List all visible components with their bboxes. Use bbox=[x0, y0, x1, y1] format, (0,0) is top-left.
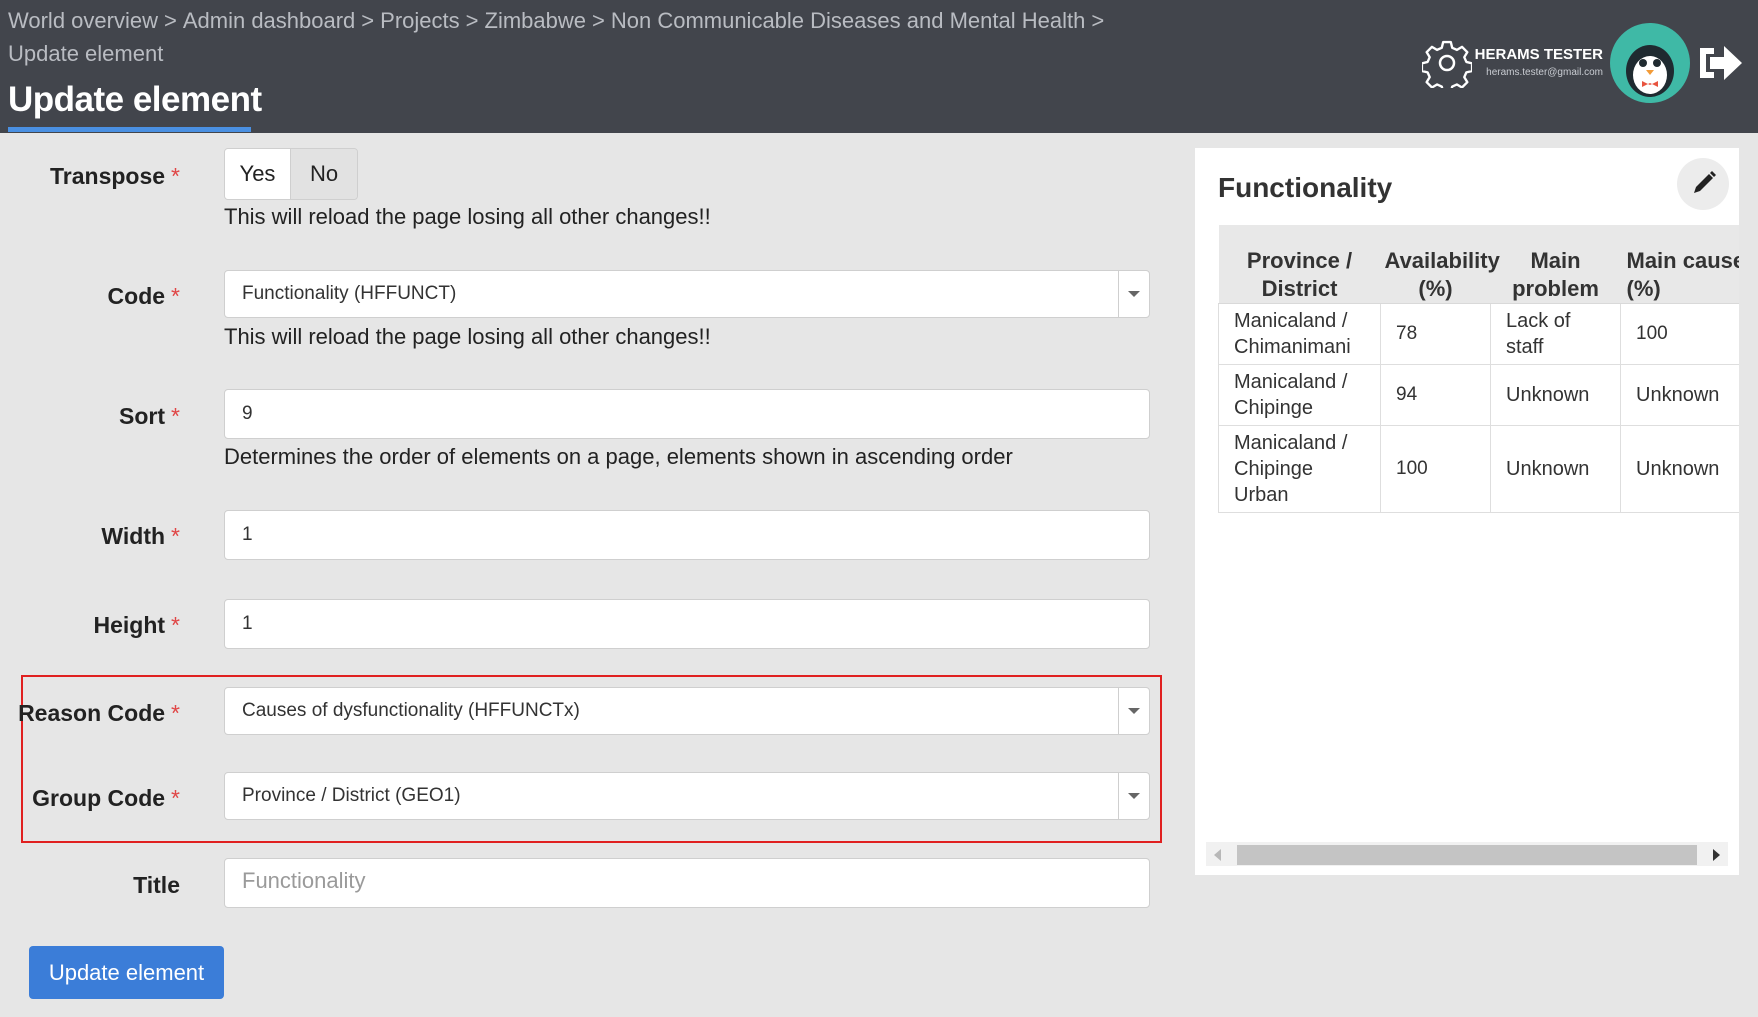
top-bar: World overview > Admin dashboard > Projects >… bbox=[0, 0, 1758, 133]
user-name: HERAMS TESTER bbox=[1474, 46, 1603, 63]
table-cell: Unknown bbox=[1490, 425, 1621, 513]
reason-code-select-value: Causes of dysfunctionality (HFFUNCTx) bbox=[242, 700, 580, 721]
select-divider bbox=[1118, 688, 1119, 734]
breadcrumb-projects[interactable]: Projects bbox=[380, 8, 459, 33]
table-cell: Manicaland / Chimanimani bbox=[1218, 303, 1381, 365]
table-cell: 100 bbox=[1620, 303, 1739, 365]
scrollbar-thumb[interactable] bbox=[1237, 845, 1697, 865]
breadcrumb-separator-icon: > bbox=[591, 8, 605, 33]
table-row: Manicaland / Chipinge Urban 100 Unknown … bbox=[1218, 425, 1739, 513]
column-header[interactable]: Main problem bbox=[1490, 225, 1621, 304]
scroll-left-icon[interactable] bbox=[1214, 849, 1221, 861]
transpose-toggle[interactable]: Yes No bbox=[224, 148, 358, 200]
page-title-underline bbox=[8, 127, 251, 132]
height-label: Height * bbox=[93, 612, 180, 638]
page-title: Update element bbox=[8, 80, 262, 119]
sort-help-text: Determines the order of elements on a pa… bbox=[224, 444, 1013, 469]
title-label: Title bbox=[133, 872, 180, 898]
required-marker: * bbox=[171, 283, 180, 309]
breadcrumb: World overview > Admin dashboard > Projects >… bbox=[8, 4, 1168, 70]
group-code-label: Group Code * bbox=[32, 785, 180, 811]
horizontal-scrollbar[interactable] bbox=[1206, 842, 1728, 866]
code-help-text: This will reload the page losing all oth… bbox=[224, 324, 711, 349]
table-cell: Unknown bbox=[1620, 364, 1739, 426]
breadcrumb-separator-icon: > bbox=[163, 8, 177, 33]
table-cell: 78 bbox=[1380, 303, 1491, 365]
required-marker: * bbox=[171, 612, 180, 638]
table-cell: 94 bbox=[1380, 364, 1491, 426]
required-marker: * bbox=[171, 523, 180, 549]
pencil-icon bbox=[1694, 171, 1716, 193]
chevron-down-icon[interactable] bbox=[1128, 793, 1140, 799]
chevron-down-icon[interactable] bbox=[1128, 291, 1140, 297]
breadcrumb-separator-icon: > bbox=[1091, 8, 1105, 33]
transpose-help-text: This will reload the page losing all oth… bbox=[224, 204, 711, 229]
gear-icon[interactable] bbox=[1420, 38, 1474, 94]
title-input[interactable] bbox=[224, 858, 1150, 908]
code-select-value: Functionality (HFFUNCT) bbox=[242, 283, 457, 304]
table-cell: Manicaland / Chipinge bbox=[1218, 364, 1381, 426]
preview-table: Province / District Availability (%) Mai… bbox=[1218, 225, 1739, 513]
penguin-avatar-icon bbox=[1626, 45, 1674, 97]
edit-button[interactable] bbox=[1677, 158, 1729, 210]
transpose-no-option[interactable]: No bbox=[291, 149, 357, 199]
width-input[interactable] bbox=[224, 510, 1150, 560]
required-marker: * bbox=[171, 163, 180, 189]
sort-input[interactable] bbox=[224, 389, 1150, 439]
table-cell: Unknown bbox=[1620, 425, 1739, 513]
sort-label: Sort * bbox=[119, 403, 180, 429]
select-divider bbox=[1118, 271, 1119, 317]
breadcrumb-separator-icon: > bbox=[361, 8, 375, 33]
table-cell: 100 bbox=[1380, 425, 1491, 513]
logout-icon[interactable] bbox=[1696, 40, 1746, 86]
avatar[interactable] bbox=[1610, 23, 1690, 103]
breadcrumb-admin-dashboard[interactable]: Admin dashboard bbox=[183, 8, 355, 33]
table-cell: Manicaland / Chipinge Urban bbox=[1218, 425, 1381, 513]
preview-title: Functionality bbox=[1218, 172, 1393, 203]
table-header-row: Province / District Availability (%) Mai… bbox=[1218, 225, 1739, 304]
breadcrumb-separator-icon: > bbox=[465, 8, 479, 33]
breadcrumb-zimbabwe[interactable]: Zimbabwe bbox=[485, 8, 586, 33]
column-header[interactable]: Availability (%) bbox=[1380, 225, 1500, 304]
update-element-button[interactable]: Update element bbox=[29, 946, 224, 999]
code-label: Code * bbox=[107, 283, 180, 309]
required-marker: * bbox=[171, 403, 180, 429]
reason-code-select[interactable]: Causes of dysfunctionality (HFFUNCTx) bbox=[224, 687, 1150, 735]
table-cell: Lack of staff bbox=[1490, 303, 1621, 365]
scroll-right-icon[interactable] bbox=[1713, 849, 1720, 861]
table-row: Manicaland / Chipinge 94 Unknown Unknown bbox=[1218, 364, 1739, 426]
chevron-down-icon[interactable] bbox=[1128, 708, 1140, 714]
code-select[interactable]: Functionality (HFFUNCT) bbox=[224, 270, 1150, 318]
preview-table-scroll[interactable]: Province / District Availability (%) Mai… bbox=[1218, 225, 1739, 645]
column-header[interactable]: Province / District bbox=[1218, 225, 1381, 304]
table-row: Manicaland / Chimanimani 78 Lack of staf… bbox=[1218, 303, 1739, 365]
required-marker: * bbox=[171, 700, 180, 726]
transpose-yes-option[interactable]: Yes bbox=[225, 149, 291, 199]
width-label: Width * bbox=[101, 523, 180, 549]
select-divider bbox=[1118, 773, 1119, 819]
breadcrumb-current: Update element bbox=[8, 41, 164, 66]
breadcrumb-project-page[interactable]: Non Communicable Diseases and Mental Hea… bbox=[611, 8, 1085, 33]
reason-code-label: Reason Code * bbox=[18, 700, 180, 726]
user-email: herams.tester@gmail.com bbox=[1486, 67, 1603, 78]
height-input[interactable] bbox=[224, 599, 1150, 649]
breadcrumb-world-overview[interactable]: World overview bbox=[8, 8, 158, 33]
required-marker: * bbox=[171, 785, 180, 811]
transpose-label: Transpose * bbox=[50, 163, 180, 189]
table-cell: Unknown bbox=[1490, 364, 1621, 426]
preview-panel: Functionality Province / District Availa… bbox=[1195, 148, 1739, 875]
column-header[interactable]: Main cause (%) bbox=[1620, 225, 1739, 304]
group-code-select-value: Province / District (GEO1) bbox=[242, 785, 461, 806]
group-code-select[interactable]: Province / District (GEO1) bbox=[224, 772, 1150, 820]
